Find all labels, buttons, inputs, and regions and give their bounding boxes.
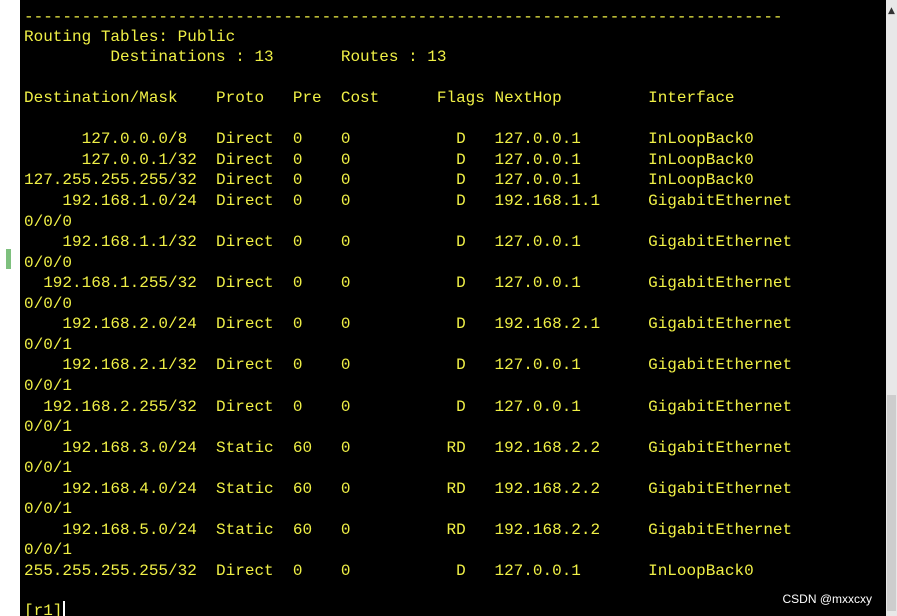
route-row: 192.168.2.1/32 Direct 0 0 D 127.0.0.1 Gi… [24, 356, 793, 374]
route-row: 192.168.2.255/32 Direct 0 0 D 127.0.0.1 … [24, 398, 793, 416]
terminal-window[interactable]: ----------------------------------------… [20, 0, 886, 616]
interface-continuation: 0/0/1 [24, 377, 73, 395]
route-row: 192.168.4.0/24 Static 60 0 RD 192.168.2.… [24, 480, 793, 498]
interface-continuation: 0/0/1 [24, 336, 73, 354]
interface-continuation: 0/0/0 [24, 213, 73, 231]
vertical-scrollbar[interactable]: ▲ [886, 0, 897, 616]
interface-continuation: 0/0/0 [24, 254, 73, 272]
interface-continuation: 0/0/1 [24, 459, 73, 477]
command-prompt: [r1] [24, 602, 63, 616]
left-margin [0, 0, 20, 616]
route-row: 255.255.255.255/32 Direct 0 0 D 127.0.0.… [24, 562, 754, 580]
route-row: 127.0.0.1/32 Direct 0 0 D 127.0.0.1 InLo… [24, 151, 754, 169]
side-marker [6, 249, 11, 269]
table-title: Routing Tables: Public [24, 28, 236, 46]
watermark: CSDN @mxxcxy [782, 592, 872, 606]
separator-line: ----------------------------------------… [24, 8, 783, 26]
interface-continuation: 0/0/1 [24, 418, 73, 436]
route-row: 192.168.5.0/24 Static 60 0 RD 192.168.2.… [24, 521, 793, 539]
route-row: 192.168.3.0/24 Static 60 0 RD 192.168.2.… [24, 439, 793, 457]
scrollbar-thumb[interactable] [887, 395, 896, 611]
scroll-up-arrow-icon[interactable]: ▲ [886, 6, 897, 16]
route-row: 192.168.1.255/32 Direct 0 0 D 127.0.0.1 … [24, 274, 793, 292]
interface-continuation: 0/0/0 [24, 295, 73, 313]
route-row: 127.255.255.255/32 Direct 0 0 D 127.0.0.… [24, 171, 754, 189]
route-row: 192.168.2.0/24 Direct 0 0 D 192.168.2.1 … [24, 315, 793, 333]
interface-continuation: 0/0/1 [24, 500, 73, 518]
column-header: Destination/Mask Proto Pre Cost Flags Ne… [24, 89, 735, 107]
route-row: 192.168.1.1/32 Direct 0 0 D 127.0.0.1 Gi… [24, 233, 793, 251]
text-cursor [63, 601, 66, 616]
summary-line: Destinations : 13 Routes : 13 [24, 48, 447, 66]
route-row: 192.168.1.0/24 Direct 0 0 D 192.168.1.1 … [24, 192, 793, 210]
command-line[interactable]: [r1] [24, 601, 66, 616]
route-row: 127.0.0.0/8 Direct 0 0 D 127.0.0.1 InLoo… [24, 130, 754, 148]
interface-continuation: 0/0/1 [24, 541, 73, 559]
